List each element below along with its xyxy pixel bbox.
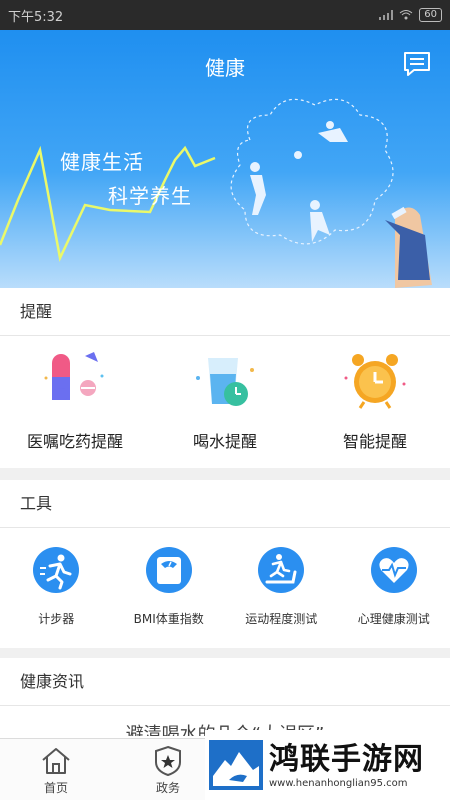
alarm-clock-icon	[344, 354, 406, 409]
message-icon[interactable]	[402, 50, 432, 78]
tab-label: 政务	[155, 781, 180, 795]
tool-pedometer[interactable]: 计步器	[0, 528, 113, 648]
reminder-smart[interactable]: 智能提醒	[300, 336, 450, 468]
news-section: 健康资讯 避清喝水的几个“大误区”	[0, 658, 450, 738]
badge-icon	[155, 745, 181, 777]
tool-label: 心理健康测试	[357, 612, 430, 626]
banner-slogan-line2: 科学养生	[108, 184, 192, 208]
watermark-url: www.henanhonglian95.com	[269, 777, 408, 789]
wifi-icon	[399, 10, 413, 20]
heart-icon	[370, 547, 417, 593]
status-bar: 下午5:32 60	[0, 0, 450, 30]
status-time: 下午5:32	[8, 9, 64, 25]
tool-exercise-test[interactable]: 运动程度测试	[225, 528, 338, 648]
tool-bmi[interactable]: BMI体重指数	[113, 528, 226, 648]
watermark-logo	[209, 740, 263, 790]
pill-icon	[44, 352, 104, 400]
tool-mental-test[interactable]: 心理健康测试	[338, 528, 450, 648]
reminder-water[interactable]: 喝水提醒	[150, 336, 300, 468]
tool-label: 计步器	[38, 612, 75, 626]
home-icon	[42, 748, 70, 774]
battery-indicator: 60	[419, 8, 442, 22]
reminders-title: 提醒	[0, 288, 450, 336]
reminder-medicine[interactable]: 医嘱吃药提醒	[0, 336, 150, 468]
watermark: 鸿联手游网 www.henanhonglian95.com	[205, 730, 450, 800]
watermark-title: 鸿联手游网	[269, 741, 424, 777]
tool-label: 运动程度测试	[245, 612, 318, 626]
banner-slogan-line1: 健康生活	[60, 150, 144, 174]
reminder-label: 医嘱吃药提醒	[26, 432, 123, 451]
signal-icon	[379, 10, 394, 20]
news-title: 健康资讯	[0, 658, 450, 706]
reminder-label: 智能提醒	[342, 432, 407, 451]
treadmill-icon	[258, 547, 305, 593]
reminder-label: 喝水提醒	[192, 432, 257, 451]
tools-section: 工具 计步器 BMI体重指数 运动程度测试 心理健康测试	[0, 480, 450, 648]
reminders-section: 提醒 医嘱吃药提醒 喝水提醒 智能提醒	[0, 288, 450, 468]
status-icons: 60	[379, 8, 442, 22]
tab-home[interactable]: 首页	[0, 739, 112, 800]
tool-label: BMI体重指数	[133, 612, 204, 626]
page-title: 健康	[205, 56, 245, 80]
running-icon	[33, 547, 80, 593]
hero-banner: 健康 健康生活 科学养生	[0, 30, 450, 288]
scale-icon	[145, 547, 192, 593]
tab-label: 首页	[43, 781, 68, 795]
tools-title: 工具	[0, 480, 450, 528]
water-glass-icon	[196, 358, 254, 406]
